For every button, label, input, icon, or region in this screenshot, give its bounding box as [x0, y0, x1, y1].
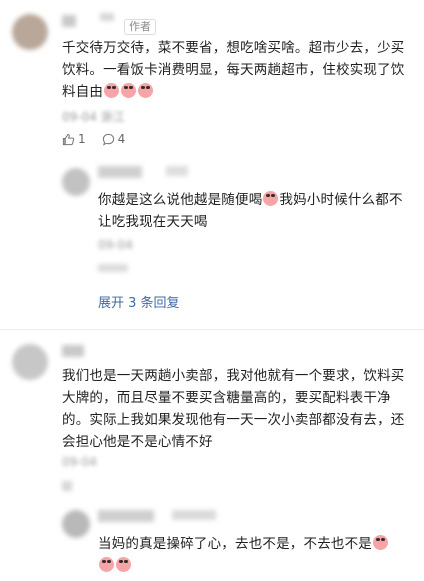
emoji-icon: [116, 557, 131, 572]
avatar[interactable]: [12, 14, 48, 50]
comment-text: 我们也是一天两趟小卖部，我对他就有一个要求，饮料买大牌的，而且尽量不要买含糖量高…: [62, 368, 405, 450]
comment-icon: [102, 133, 114, 146]
comment-divider: [0, 329, 424, 330]
emoji-icon: [263, 191, 279, 206]
reply-avatar[interactable]: [62, 510, 90, 538]
reply-text: 当妈的真是操碎了心，去也不是，不去也不是: [98, 533, 414, 577]
reply-button[interactable]: 4: [102, 132, 126, 146]
like-icon: [62, 133, 75, 145]
comment-meta: 09-04 浙江: [62, 110, 125, 124]
comment-actions: 1 4: [62, 132, 125, 146]
username[interactable]: [62, 15, 76, 27]
like-count: 1: [78, 132, 86, 146]
username[interactable]: [62, 345, 84, 357]
expand-replies-link[interactable]: 展开 3 条回复: [98, 292, 180, 311]
reply-username-tail: [172, 510, 216, 520]
avatar[interactable]: [12, 344, 48, 380]
like-button[interactable]: 1: [62, 132, 86, 146]
username-tail: [100, 13, 114, 21]
emoji-icon: [121, 83, 137, 98]
comment-actions: [62, 481, 72, 491]
emoji-icon: [138, 83, 154, 98]
reply-actions: [98, 264, 128, 272]
reply-avatar[interactable]: [62, 168, 90, 196]
emoji-icon: [104, 83, 120, 98]
emoji-icon: [373, 535, 388, 550]
reply-username-tail: [166, 166, 188, 176]
reply-username[interactable]: [98, 510, 154, 522]
reply-username[interactable]: [98, 166, 142, 178]
reply-count: 4: [117, 132, 126, 146]
comment-meta: 09-04: [62, 455, 97, 469]
reply-text: 你越是这么说他越是随便喝 我妈小时候什么都不让吃我现在天天喝: [98, 191, 403, 230]
emoji-icon: [99, 557, 114, 572]
author-badge: 作者: [124, 19, 156, 35]
reply-meta: 09-04: [98, 238, 133, 252]
comment-text: 千交待万交待，菜不要省，想吃啥买啥。超市少去，少买饮料。一看饭卡消费明显，每天两…: [62, 40, 405, 100]
